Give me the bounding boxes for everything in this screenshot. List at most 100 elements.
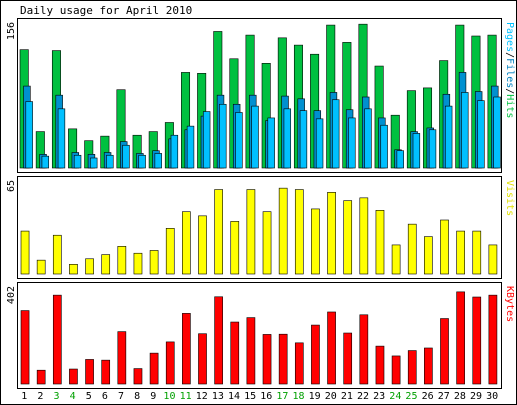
- bar-pages: [477, 100, 485, 169]
- bar-pages: [444, 105, 453, 169]
- bar-visits: [488, 244, 498, 275]
- bar-visits: [294, 189, 304, 275]
- bar-pages: [299, 110, 308, 169]
- x-tick-label: 30: [486, 391, 498, 402]
- bar-pages: [73, 154, 82, 169]
- bar-kbytes: [262, 334, 272, 385]
- bar-kbytes: [246, 317, 256, 385]
- panel-kbytes: 402 KBytes: [6, 282, 515, 389]
- bar-kbytes: [311, 324, 320, 385]
- bar-kbytes: [456, 291, 465, 385]
- bar-pages: [283, 108, 292, 169]
- bar-visits: [36, 259, 46, 275]
- x-tick-label: 5: [86, 391, 92, 402]
- bar-visits: [424, 236, 433, 275]
- bar-pages: [364, 108, 372, 169]
- legend-hits: Hits: [504, 94, 515, 118]
- bar-kbytes: [359, 314, 369, 385]
- bar-pages: [25, 101, 33, 169]
- bar-kbytes: [85, 359, 94, 385]
- bar-kbytes: [149, 352, 159, 385]
- bar-pages: [396, 150, 404, 169]
- bar-kbytes: [20, 310, 30, 385]
- bar-pages: [428, 129, 437, 169]
- x-tick-label: 11: [180, 391, 192, 402]
- x-tick-label: 6: [102, 391, 108, 402]
- bar-kbytes: [472, 296, 482, 385]
- bar-visits: [472, 230, 482, 275]
- bar-visits: [278, 187, 288, 275]
- bar-kbytes: [182, 313, 191, 385]
- usage-chart-svg: Daily usage for April 2010 156 Pages/File…: [0, 0, 517, 405]
- bar-visits: [52, 234, 62, 275]
- bar-pages: [202, 111, 211, 169]
- x-tick-label: 8: [134, 391, 140, 402]
- bar-visits: [20, 230, 30, 275]
- bar-kbytes: [488, 294, 498, 385]
- bar-pages: [461, 92, 469, 169]
- x-tick-label: 10: [163, 391, 175, 402]
- bar-pages: [138, 154, 146, 169]
- x-tick-label: 18: [293, 391, 305, 402]
- panel-hits: 156 Pages/Files/Hits: [6, 18, 515, 173]
- x-tick-label: 7: [118, 391, 124, 402]
- chart-title: Daily usage for April 2010: [20, 4, 192, 17]
- bar-pages: [57, 108, 66, 169]
- bar-kbytes: [101, 359, 111, 385]
- bar-pages: [251, 105, 259, 169]
- bar-pages: [41, 155, 50, 169]
- bar-visits: [149, 250, 159, 275]
- bar-visits: [359, 197, 369, 275]
- bar-kbytes: [214, 296, 223, 385]
- bar-visits: [262, 211, 272, 275]
- bar-visits: [391, 244, 401, 275]
- bar-visits: [246, 189, 256, 275]
- bar-visits: [85, 258, 94, 275]
- x-tick-label: 22: [357, 391, 369, 402]
- legend-label-hits: Pages/Files/Hits: [504, 22, 515, 118]
- bar-pages: [170, 134, 179, 169]
- y-max-label-hits: 156: [6, 22, 17, 40]
- bar-pages: [412, 133, 421, 169]
- bar-pages: [267, 117, 275, 169]
- bar-kbytes: [230, 321, 240, 385]
- x-tick-label: 29: [470, 391, 482, 402]
- bar-kbytes: [69, 368, 78, 385]
- legend-label-visits: Visits: [504, 180, 515, 216]
- bar-pages: [154, 153, 162, 169]
- legend-files: Files: [504, 58, 515, 88]
- x-tick-label: 27: [438, 391, 450, 402]
- x-tick-label: 23: [373, 391, 385, 402]
- x-tick-label: 24: [389, 391, 401, 402]
- x-tick-label: 4: [70, 391, 76, 402]
- x-tick-label: 25: [405, 391, 417, 402]
- legend-visits: Visits: [504, 180, 515, 216]
- bar-visits: [214, 189, 223, 275]
- bar-kbytes: [343, 332, 353, 385]
- y-max-label-visits: 65: [6, 180, 17, 192]
- bar-visits: [182, 211, 191, 275]
- legend-pages: Pages: [504, 22, 515, 52]
- bar-pages: [186, 125, 195, 169]
- bar-kbytes: [391, 355, 401, 385]
- bar-kbytes: [36, 369, 46, 385]
- bar-pages: [219, 103, 227, 169]
- bar-kbytes: [440, 318, 449, 385]
- x-tick-label: 21: [341, 391, 353, 402]
- bar-kbytes: [52, 294, 62, 385]
- usage-chart: Daily usage for April 2010 156 Pages/File…: [0, 0, 517, 405]
- chart-panels: 156 Pages/Files/Hits 65 Visits 402 KBytes: [6, 18, 515, 389]
- x-tick-label: 15: [244, 391, 256, 402]
- bar-visits: [165, 228, 175, 275]
- x-tick-label: 17: [276, 391, 288, 402]
- bar-pages: [315, 118, 324, 169]
- bar-visits: [456, 230, 465, 275]
- bar-pages: [493, 96, 501, 169]
- bar-visits: [69, 264, 78, 275]
- bar-pages: [380, 124, 388, 169]
- bar-kbytes: [375, 345, 385, 385]
- bar-visits: [133, 252, 143, 275]
- bar-visits: [230, 221, 240, 275]
- x-tick-label: 16: [260, 391, 272, 402]
- x-tick-label: 13: [212, 391, 224, 402]
